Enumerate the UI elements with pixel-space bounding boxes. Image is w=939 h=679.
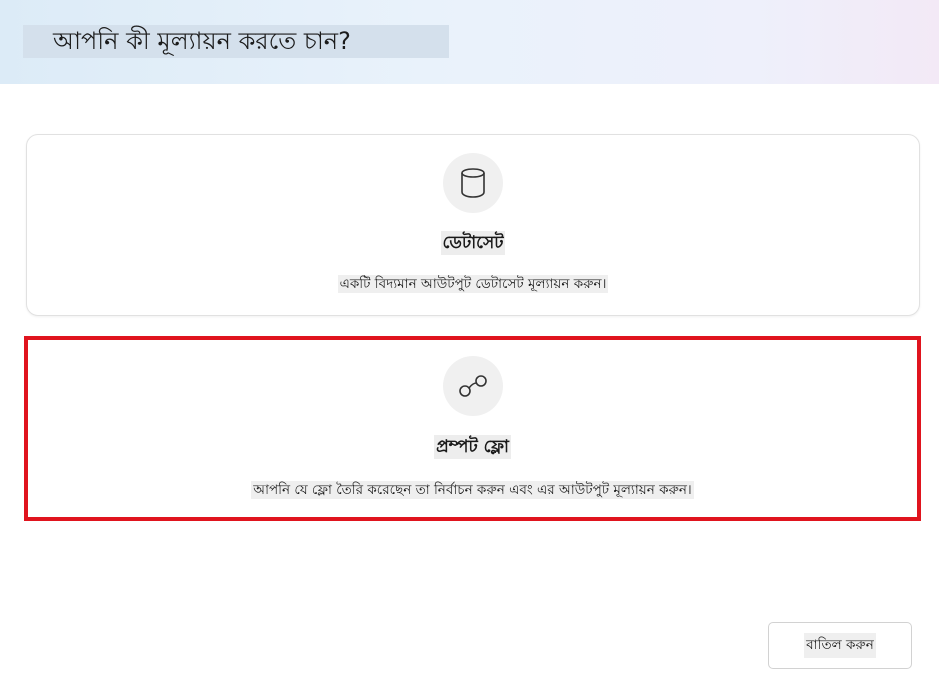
flow-icon xyxy=(442,356,503,416)
option-title-text: ডেটাসেট xyxy=(440,231,506,255)
option-description-text: একটি বিদ্যমান আউটপুট ডেটাসেট মূল্যায়ন ক… xyxy=(337,275,609,293)
option-title-text: প্রম্পট ফ্লো xyxy=(434,435,511,459)
evaluation-type-dialog: আপনি কী মূল্যায়ন করতে চান? ডেটাসেট একটি… xyxy=(0,0,939,679)
database-icon xyxy=(443,153,503,213)
option-title: প্রম্পট ফ্লো xyxy=(28,434,917,460)
page-title: আপনি কী মূল্যায়ন করতে চান? xyxy=(23,25,449,58)
option-card-prompt-flow[interactable]: প্রম্পট ফ্লো আপনি যে ফ্লো তৈরি করেছেন তা… xyxy=(24,336,921,521)
cancel-button[interactable]: বাতিল করুন xyxy=(768,622,912,669)
option-description: আপনি যে ফ্লো তৈরি করেছেন তা নির্বাচন করু… xyxy=(28,479,917,501)
option-card-dataset[interactable]: ডেটাসেট একটি বিদ্যমান আউটপুট ডেটাসেট মূল… xyxy=(26,134,920,316)
cancel-button-label: বাতিল করুন xyxy=(804,633,876,658)
dialog-header: আপনি কী মূল্যায়ন করতে চান? xyxy=(0,0,939,84)
option-description-text: আপনি যে ফ্লো তৈরি করেছেন তা নির্বাচন করু… xyxy=(251,481,694,499)
option-description: একটি বিদ্যমান আউটপুট ডেটাসেট মূল্যায়ন ক… xyxy=(27,273,919,295)
option-title: ডেটাসেট xyxy=(27,230,919,256)
